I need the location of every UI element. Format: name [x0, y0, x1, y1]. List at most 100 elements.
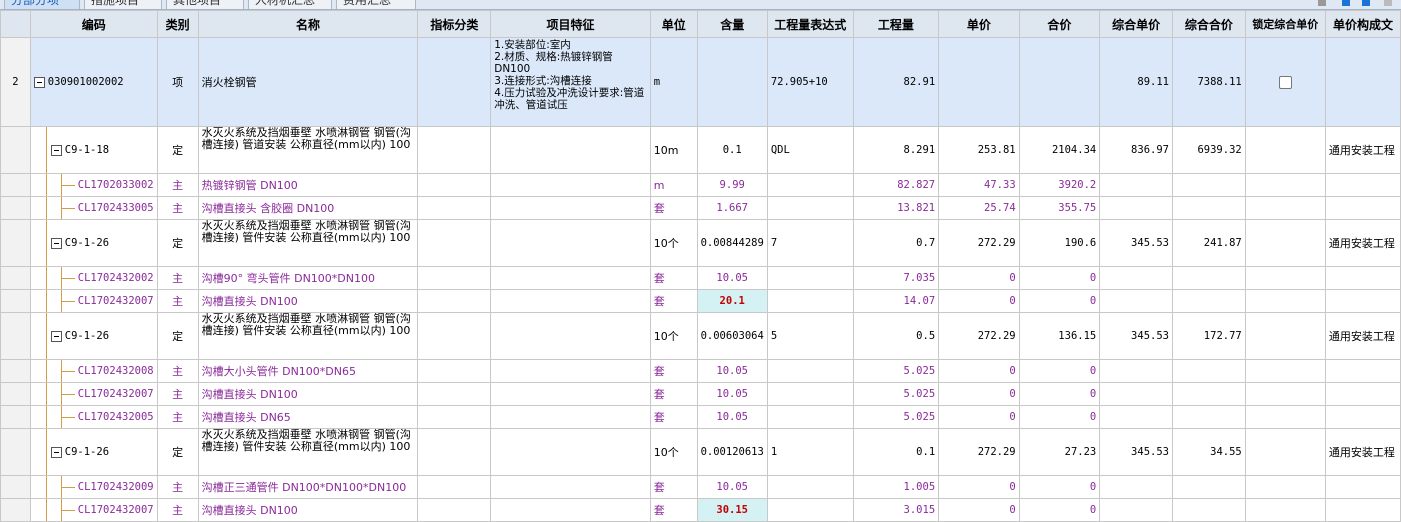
index-category-cell[interactable]	[417, 219, 492, 267]
content-cell[interactable]: 10.05	[696, 382, 768, 406]
price-cell[interactable]: 0	[938, 289, 1020, 313]
qty-cell[interactable]: 0.7	[852, 219, 940, 267]
qty-expr-cell[interactable]: QDL	[766, 126, 854, 174]
unit-cell[interactable]: 套	[649, 289, 698, 313]
index-category-cell[interactable]	[417, 173, 492, 197]
header-unit[interactable]: 单位	[649, 10, 698, 38]
feature-cell[interactable]	[490, 498, 651, 522]
price-cell[interactable]: 0	[938, 266, 1020, 290]
header-unit-total-price[interactable]: 综合单价	[1099, 10, 1173, 38]
name-cell[interactable]: 水灭火系统及挡烟垂壁 水喷淋钢管 钢管(沟槽连接) 管件安装 公称直径(mm以内…	[197, 219, 419, 267]
tab-qita[interactable]: 其他项目	[166, 0, 244, 9]
amount-cell[interactable]: 0	[1018, 289, 1101, 313]
qty-cell[interactable]: 0.1	[852, 428, 940, 476]
index-category-cell[interactable]	[417, 289, 492, 313]
composition-cell[interactable]	[1324, 196, 1401, 220]
unit-cell[interactable]: 套	[649, 405, 698, 429]
table-row-quota[interactable]: C9-1-26 定水灭火系统及挡烟垂壁 水喷淋钢管 钢管(沟槽连接) 管件安装 公…	[0, 219, 1401, 267]
collapse-icon[interactable]	[50, 237, 62, 249]
header-type[interactable]: 类别	[156, 10, 199, 38]
composition-cell[interactable]	[1324, 37, 1401, 127]
qty-expr-cell[interactable]	[766, 173, 854, 197]
content-cell[interactable]: 10.05	[696, 405, 768, 429]
qty-cell[interactable]: 8.291	[852, 126, 940, 174]
qty-expr-cell[interactable]: 1	[766, 428, 854, 476]
code-cell[interactable]: CL1702432007	[29, 382, 158, 406]
qty-expr-cell[interactable]: 72.905+10	[766, 37, 854, 127]
feature-cell[interactable]: 1.安装部位:室内 2.材质、规格:热镀锌钢管DN100 3.连接形式:沟槽连接…	[490, 37, 651, 127]
total-price-cell[interactable]	[1171, 475, 1246, 499]
composition-cell[interactable]	[1324, 359, 1401, 383]
header-lock-price[interactable]: 锁定综合单价	[1244, 10, 1326, 38]
lock-price-cell[interactable]	[1244, 475, 1326, 499]
total-price-cell[interactable]: 241.87	[1171, 219, 1246, 267]
type-cell[interactable]: 定	[156, 312, 199, 360]
index-category-cell[interactable]	[417, 196, 492, 220]
code-cell[interactable]: CL1702432007	[29, 289, 158, 313]
table-row-quota[interactable]: C9-1-26 定水灭火系统及挡烟垂壁 水喷淋钢管 钢管(沟槽连接) 管件安装 公…	[0, 312, 1401, 360]
name-cell[interactable]: 沟槽直接头 含胶圈 DN100	[197, 196, 419, 220]
header-amount[interactable]: 合价	[1018, 10, 1101, 38]
qty-expr-cell[interactable]	[766, 475, 854, 499]
price-cell[interactable]	[938, 37, 1020, 127]
amount-cell[interactable]: 0	[1018, 498, 1101, 522]
qty-expr-cell[interactable]	[766, 196, 854, 220]
header-feature[interactable]: 项目特征	[490, 10, 651, 38]
table-row-main[interactable]: 2 030901002002 项 消火栓钢管 1.安装部位:室内 2.材质、规格…	[0, 37, 1401, 127]
type-cell[interactable]: 主	[156, 173, 199, 197]
unit-cell[interactable]: m	[649, 37, 698, 127]
tab-cuoshi[interactable]: 措施项目	[84, 0, 162, 9]
type-cell[interactable]: 项	[156, 37, 199, 127]
table-row-material[interactable]: CL1702433005 主沟槽直接头 含胶圈 DN100 套 1.667 13.821…	[0, 196, 1401, 220]
name-cell[interactable]: 水灭火系统及挡烟垂壁 水喷淋钢管 钢管(沟槽连接) 管件安装 公称直径(mm以内…	[197, 312, 419, 360]
qty-expr-cell[interactable]	[766, 498, 854, 522]
total-price-cell[interactable]	[1171, 359, 1246, 383]
content-cell[interactable]: 0.00844289	[696, 219, 768, 267]
lock-price-cell[interactable]	[1244, 37, 1326, 127]
content-cell[interactable]	[696, 37, 768, 127]
qty-cell[interactable]: 3.015	[852, 498, 940, 522]
type-cell[interactable]: 定	[156, 219, 199, 267]
composition-cell[interactable]	[1324, 289, 1401, 313]
index-category-cell[interactable]	[417, 498, 492, 522]
lock-price-cell[interactable]	[1244, 196, 1326, 220]
move-down-icon[interactable]	[1362, 0, 1370, 6]
type-cell[interactable]: 主	[156, 266, 199, 290]
unit-cell[interactable]: 套	[649, 266, 698, 290]
index-category-cell[interactable]	[417, 428, 492, 476]
qty-cell[interactable]: 0.5	[852, 312, 940, 360]
tab-feiyong[interactable]: 费用汇总	[336, 0, 416, 9]
content-cell[interactable]: 0.00120613	[696, 428, 768, 476]
unit-total-price-cell[interactable]: 345.53	[1099, 312, 1173, 360]
qty-cell[interactable]: 13.821	[852, 196, 940, 220]
type-cell[interactable]: 主	[156, 382, 199, 406]
total-price-cell[interactable]: 172.77	[1171, 312, 1246, 360]
lock-price-cell[interactable]	[1244, 382, 1326, 406]
code-cell[interactable]: CL1702033002	[29, 173, 158, 197]
unit-cell[interactable]: m	[649, 173, 698, 197]
table-row-material[interactable]: CL1702432005 主沟槽直接头 DN65 套 10.05 5.025 0 0	[0, 405, 1401, 429]
unit-cell[interactable]: 套	[649, 196, 698, 220]
code-cell[interactable]: CL1702432007	[29, 498, 158, 522]
unit-total-price-cell[interactable]	[1099, 266, 1173, 290]
price-cell[interactable]: 0	[938, 359, 1020, 383]
collapse-icon[interactable]	[33, 76, 45, 88]
amount-cell[interactable]: 355.75	[1018, 196, 1101, 220]
header-qty-expr[interactable]: 工程量表达式	[766, 10, 854, 38]
code-cell[interactable]: CL1702432009	[29, 475, 158, 499]
feature-cell[interactable]	[490, 359, 651, 383]
unit-total-price-cell[interactable]	[1099, 405, 1173, 429]
type-cell[interactable]: 主	[156, 498, 199, 522]
lock-price-cell[interactable]	[1244, 173, 1326, 197]
lock-price-cell[interactable]	[1244, 428, 1326, 476]
unit-total-price-cell[interactable]: 89.11	[1099, 37, 1173, 127]
total-price-cell[interactable]: 34.55	[1171, 428, 1246, 476]
feature-cell[interactable]	[490, 173, 651, 197]
content-cell[interactable]: 1.667	[696, 196, 768, 220]
feature-cell[interactable]	[490, 196, 651, 220]
composition-cell[interactable]	[1324, 173, 1401, 197]
amount-cell[interactable]: 0	[1018, 475, 1101, 499]
amount-cell[interactable]: 0	[1018, 382, 1101, 406]
feature-cell[interactable]	[490, 266, 651, 290]
lock-price-cell[interactable]	[1244, 312, 1326, 360]
